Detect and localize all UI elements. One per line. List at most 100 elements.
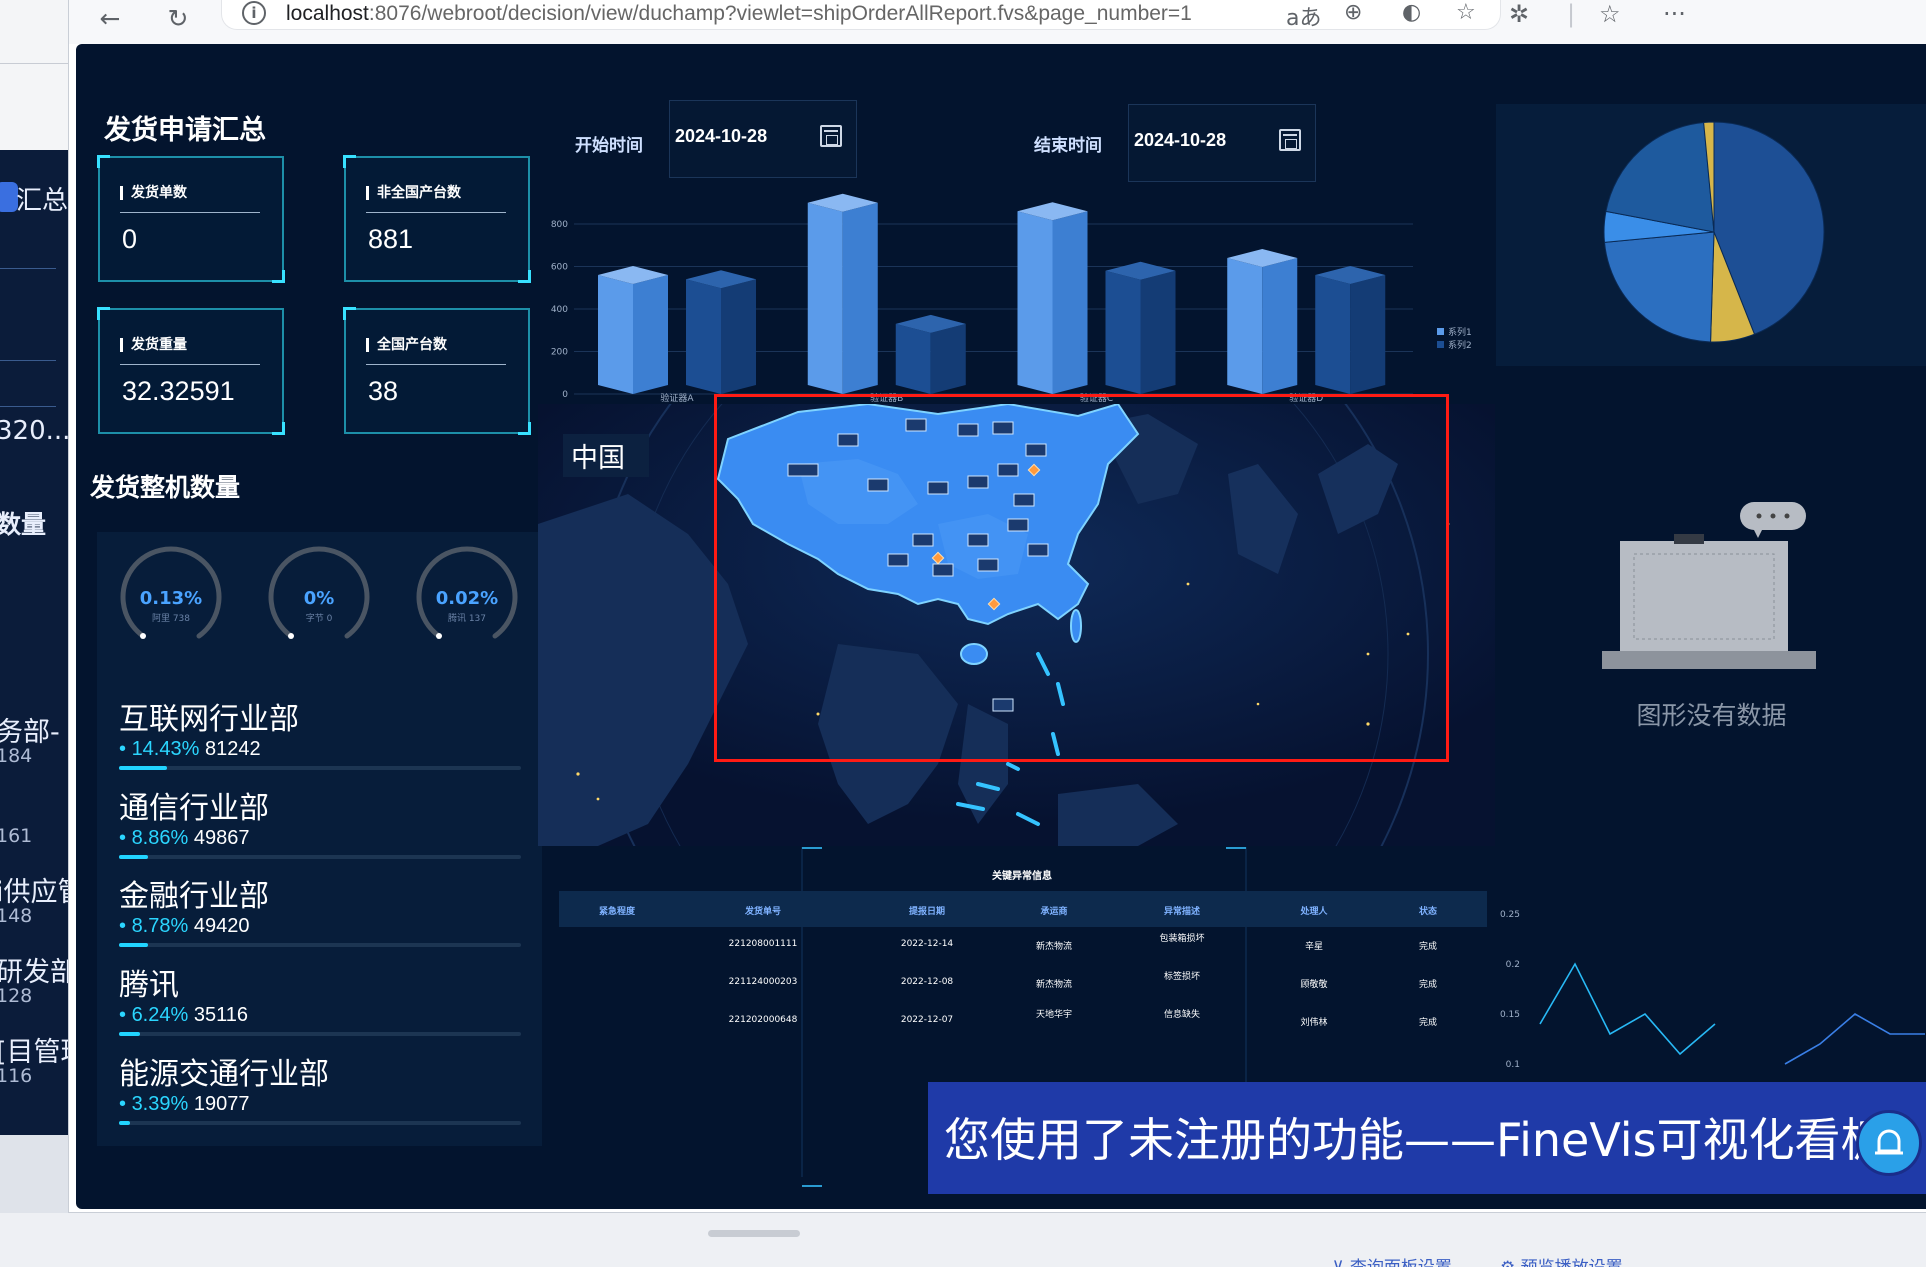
table-cell: 2022-12-14 xyxy=(900,939,954,949)
kpi-value: 881 xyxy=(368,224,414,254)
bar-face xyxy=(598,275,633,394)
bar-face xyxy=(1105,270,1141,394)
bar-side xyxy=(1350,275,1386,394)
end-date-picker[interactable]: 2024-10-28 xyxy=(1128,104,1316,182)
dashboard: 发货申请汇总 发货单数 0 非全国产台数 881 发货重量 32.32591 全… xyxy=(76,44,1926,1209)
table-cell: 221208001111 xyxy=(728,939,798,949)
table-row[interactable]: 221208001111 2022-12-14 新杰物流 包装箱损坏 辛星 完成 xyxy=(559,931,1487,969)
y-tick-label: 0.1 xyxy=(1506,1060,1520,1070)
department-progress xyxy=(119,1121,521,1125)
pie-slice xyxy=(1603,231,1715,343)
calendar-icon[interactable] xyxy=(820,125,842,147)
department-name: 腾讯 xyxy=(119,968,179,1003)
bar-face xyxy=(686,279,721,394)
table-cell: 完成 xyxy=(1418,980,1438,990)
column-header: 处理人 xyxy=(1300,907,1328,917)
bar-side xyxy=(721,279,756,394)
table-cell: 顾敬敬 xyxy=(1300,980,1328,990)
department-name: 互联网行业部 xyxy=(119,702,299,737)
table-cell: 完成 xyxy=(1418,942,1438,952)
column-header: 提报日期 xyxy=(908,907,946,917)
resize-handle[interactable] xyxy=(708,1230,800,1237)
department-percent: • 14.43% xyxy=(119,738,200,760)
department-progress xyxy=(119,943,521,947)
bar-side xyxy=(633,275,668,394)
more-menu-icon[interactable]: ··· xyxy=(1663,0,1686,28)
y-tick-label: 0.15 xyxy=(1500,1010,1520,1020)
unregistered-banner: 您使用了未注册的功能——FineVis可视化看板 xyxy=(928,1082,1926,1194)
table-row[interactable]: 221124000203 2022-12-08 新杰物流 标签损坏 顾敬敬 完成 xyxy=(559,969,1487,1007)
table-cell: 2022-12-08 xyxy=(900,977,954,987)
reload-icon[interactable]: ↻ xyxy=(161,3,195,37)
start-date-value[interactable]: 2024-10-28 xyxy=(675,126,767,147)
extensions-icon[interactable]: ✲ xyxy=(1509,0,1529,28)
bar-face xyxy=(807,202,843,394)
empty-state-text: 图形没有数据 xyxy=(1636,701,1787,730)
table-cell: 天地华宇 xyxy=(1035,1010,1073,1020)
favorites-icon[interactable]: ☆ xyxy=(1599,0,1621,28)
legend-swatch xyxy=(1437,341,1444,348)
department-count: 19077 xyxy=(193,1093,250,1115)
kpi-label: 发货重量 xyxy=(120,338,187,352)
unregistered-banner-text: 您使用了未注册的功能——FineVis可视化看板 xyxy=(944,1113,1887,1167)
address-bar[interactable]: i localhost:8076/webroot/decision/view/d… xyxy=(221,0,1501,32)
query-panel-settings-link[interactable]: ⊻ 查询面板设置 xyxy=(1332,1253,1452,1267)
divider xyxy=(0,268,56,269)
pie-panel xyxy=(1496,104,1926,366)
table-cell: 标签损坏 xyxy=(1163,972,1201,982)
department-percent: • 8.78% xyxy=(119,915,189,937)
gauge: 0% 字节 0 xyxy=(259,542,379,662)
department-name: 能源交通行业部 xyxy=(119,1057,329,1092)
back-icon[interactable]: ← xyxy=(93,3,127,37)
department-progress-fill xyxy=(119,855,148,859)
department-percent: • 6.24% xyxy=(119,1004,189,1026)
start-date-picker[interactable]: 2024-10-28 xyxy=(669,100,857,178)
background-window-value: 320... xyxy=(0,416,71,446)
table-cell: 刘伟林 xyxy=(1300,1018,1328,1028)
department-progress-fill xyxy=(119,943,148,947)
gauge-caption: 阿里 738 xyxy=(151,614,191,624)
bar-face xyxy=(1227,258,1263,394)
table-cell: 包装箱损坏 xyxy=(1159,934,1205,944)
pie-chart xyxy=(1603,121,1825,343)
department-stat: • 3.39% 19077 xyxy=(119,1093,249,1116)
exception-table-title: 关键异常信息 xyxy=(992,871,1052,882)
gauge-percent: 0.02% xyxy=(435,588,499,609)
bar-side xyxy=(842,202,878,394)
end-date-value[interactable]: 2024-10-28 xyxy=(1134,130,1226,151)
department-count: 49867 xyxy=(193,827,250,849)
alarm-icon[interactable] xyxy=(1856,1110,1922,1176)
gauge-caption: 字节 0 xyxy=(305,614,333,624)
start-date-label: 开始时间 xyxy=(575,136,643,156)
background-row-value: 116 xyxy=(0,1065,33,1087)
site-info-icon[interactable]: i xyxy=(242,1,266,25)
department-stat: • 8.78% 49420 xyxy=(119,915,249,938)
kpi-value: 38 xyxy=(368,376,399,406)
background-window-heading: 数量 xyxy=(0,510,47,539)
editor-footer: ⊻ 查询面板设置 ⚙ 预览播放设置 xyxy=(0,1213,1926,1267)
divider xyxy=(0,360,56,361)
url-text[interactable]: localhost:8076/webroot/decision/view/duc… xyxy=(286,2,1192,26)
gauge-percent: 0% xyxy=(303,588,335,609)
end-date-label: 结束时间 xyxy=(1034,136,1102,156)
table-cell: 新杰物流 xyxy=(1035,980,1073,990)
favorite-star-icon[interactable]: ☆ xyxy=(1456,0,1476,25)
zoom-icon[interactable]: ⊕ xyxy=(1344,0,1362,25)
calendar-icon[interactable] xyxy=(1279,129,1301,151)
bar-side xyxy=(1052,211,1088,394)
table-row[interactable]: 221202000648 2022-12-07 天地华宇 信息缺失 刘伟林 完成 xyxy=(559,1007,1487,1045)
department-stat: • 6.24% 35116 xyxy=(119,1004,248,1027)
kpi-card: 发货单数 0 xyxy=(97,155,285,283)
background-row-value: 184 xyxy=(0,745,33,767)
bar-side xyxy=(930,323,966,394)
department-item: 金融行业部 • 8.78% 49420 xyxy=(119,871,521,959)
edge-icon[interactable]: ◐ xyxy=(1402,0,1421,25)
browser-window: ← ↻ i localhost:8076/webroot/decision/vi… xyxy=(68,0,1926,1213)
legend-label: 系列2 xyxy=(1448,339,1472,351)
preview-settings-link[interactable]: ⚙ 预览播放设置 xyxy=(1500,1253,1623,1267)
department-item: 腾讯 • 6.24% 35116 xyxy=(119,960,521,1048)
read-aloud-icon[interactable]: aあ xyxy=(1286,0,1321,32)
highlight-box xyxy=(714,394,1449,762)
kpi-value: 0 xyxy=(122,224,138,254)
department-progress-fill xyxy=(119,766,167,770)
